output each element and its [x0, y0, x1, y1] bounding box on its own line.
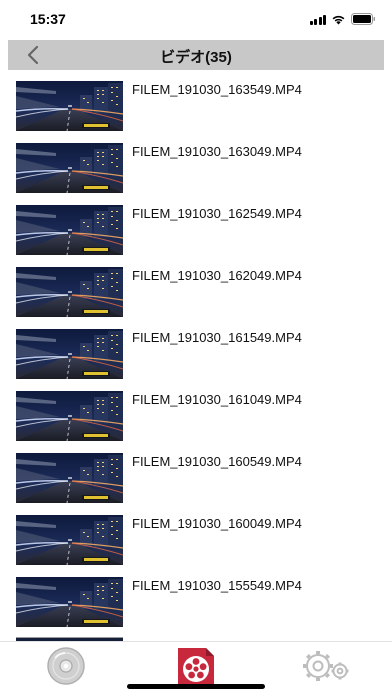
video-thumbnail	[16, 329, 123, 379]
video-file-name: FILEM_191030_163549.MP4	[132, 82, 302, 97]
video-thumbnail	[16, 143, 123, 193]
video-thumbnail	[16, 453, 123, 503]
video-thumbnail	[16, 391, 123, 441]
video-file-name: FILEM_191030_161549.MP4	[132, 330, 302, 345]
video-file-name: FILEM_191030_155549.MP4	[132, 578, 302, 593]
list-item[interactable]: FILEM_191030_161049.MP4	[0, 386, 392, 448]
video-file-name: FILEM_191030_160549.MP4	[132, 454, 302, 469]
disc-icon	[47, 647, 85, 685]
battery-icon	[351, 13, 376, 25]
settings-gear-icon	[303, 651, 349, 681]
video-file-name: FILEM_191030_160049.MP4	[132, 516, 302, 531]
list-item[interactable]: FILEM_191030_160549.MP4	[0, 448, 392, 510]
list-item[interactable]: FILEM_191030_161549.MP4	[0, 324, 392, 386]
video-thumbnail	[16, 81, 123, 131]
list-item[interactable]: FILEM_191030_163549.MP4	[0, 76, 392, 138]
list-item[interactable]: FILEM_191030_162549.MP4	[0, 200, 392, 262]
tab-settings[interactable]	[296, 646, 349, 690]
video-file-name: FILEM_191030_162049.MP4	[132, 268, 302, 283]
home-indicator[interactable]	[127, 684, 265, 689]
video-list[interactable]: FILEM_191030_163549.MP4 FILEM_191030_163…	[0, 76, 392, 641]
video-thumbnail	[16, 515, 123, 565]
video-thumbnail	[16, 205, 123, 255]
navigation-bar: ビデオ(35)	[8, 40, 384, 70]
film-reel-icon	[178, 648, 214, 686]
status-bar: 15:37	[0, 0, 392, 40]
video-file-name: FILEM_191030_162549.MP4	[132, 206, 302, 221]
cellular-signal-icon	[309, 14, 326, 25]
video-file-name: FILEM_191030_161049.MP4	[132, 392, 302, 407]
video-thumbnail	[16, 267, 123, 317]
wifi-icon	[331, 14, 346, 25]
page-title: ビデオ(35)	[160, 49, 232, 66]
list-item[interactable]: FILEM_191030_162049.MP4	[0, 262, 392, 324]
list-item[interactable]: FILEM_191030_155549.MP4	[0, 572, 392, 634]
video-thumbnail	[16, 577, 123, 627]
video-file-name: FILEM_191030_163049.MP4	[132, 144, 302, 159]
status-time: 15:37	[30, 11, 66, 27]
status-icons	[309, 13, 377, 25]
list-item[interactable]: FILEM_191030_160049.MP4	[0, 510, 392, 572]
list-item[interactable]: FILEM_191030_163049.MP4	[0, 138, 392, 200]
tab-disc[interactable]	[41, 646, 91, 690]
